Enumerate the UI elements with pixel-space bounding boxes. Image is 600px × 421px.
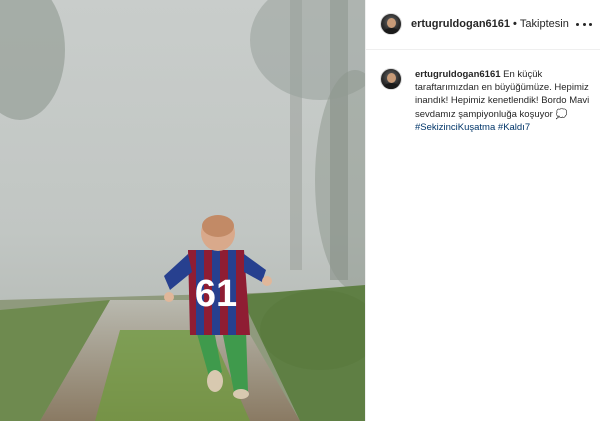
- author-username[interactable]: ertugruldogan6161: [411, 18, 510, 30]
- follow-status[interactable]: Takiptesin: [520, 18, 569, 30]
- author-line: ertugruldogan6161 • Takiptesin: [411, 18, 569, 30]
- jersey-number: 61: [195, 273, 237, 315]
- hashtag-link[interactable]: #Kaldı7: [498, 122, 530, 133]
- more-options-icon[interactable]: [576, 17, 592, 31]
- caption-author-avatar[interactable]: [380, 68, 402, 90]
- separator-dot: •: [513, 18, 517, 30]
- child-in-forest-image: 61: [0, 0, 365, 421]
- caption-username[interactable]: ertugruldogan6161: [415, 69, 501, 80]
- caption-text-block: ertugruldogan6161 En küçük taraftarımızd…: [415, 68, 590, 134]
- post-photo[interactable]: 61: [0, 0, 365, 421]
- post-header: ertugruldogan6161 • Takiptesin: [366, 0, 600, 50]
- hashtag-link[interactable]: #SekizinciKuşatma: [415, 122, 495, 133]
- post-sidebar: ertugruldogan6161 • Takiptesin ertugruldog…: [365, 0, 600, 421]
- author-avatar[interactable]: [380, 13, 402, 35]
